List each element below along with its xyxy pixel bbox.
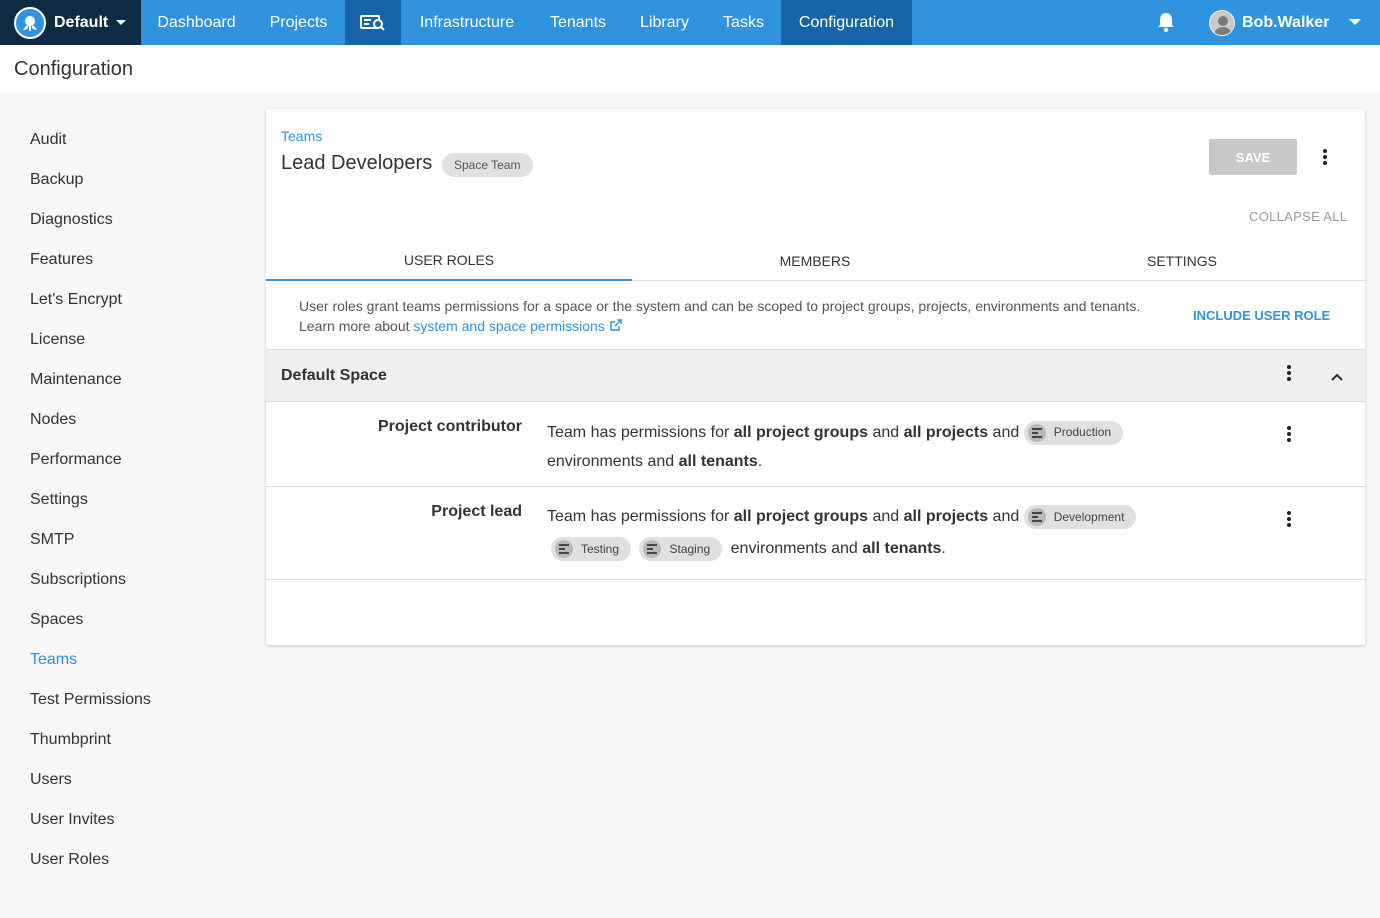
role-text: .: [757, 453, 763, 470]
permissions-link[interactable]: system and space permissions: [413, 318, 604, 334]
role-text: and: [872, 508, 900, 525]
bell-icon[interactable]: [1156, 11, 1176, 33]
sidebar-item-test-permissions[interactable]: Test Permissions: [30, 691, 151, 709]
search-machine-icon: [360, 14, 385, 31]
top-navigation: Default Dashboard Projects Infrastructur…: [0, 0, 1380, 45]
team-card: Teams Lead Developers Space Team SAVE CO…: [266, 109, 1365, 645]
nav-projects[interactable]: Projects: [252, 0, 345, 45]
octopus-logo-icon: [14, 6, 46, 39]
role-scope-tenants: all tenants: [678, 453, 758, 470]
role-text: .: [941, 540, 946, 557]
role-row: Project lead Team has permissions for al…: [266, 487, 1365, 580]
role-text: and: [872, 424, 900, 441]
tab-settings[interactable]: SETTINGS: [999, 241, 1365, 281]
environment-name: Staging: [669, 541, 711, 556]
collapse-all-button[interactable]: COLLAPSE ALL: [1249, 209, 1347, 224]
environment-icon: [643, 539, 662, 558]
role-scope-projects: all projects: [903, 508, 989, 525]
user-roles-info: User roles grant teams permissions for a…: [299, 296, 1189, 336]
role-scope-project-groups: all project groups: [733, 508, 868, 525]
sidebar-item-backup[interactable]: Backup: [30, 171, 83, 189]
sidebar-item-nodes[interactable]: Nodes: [30, 411, 76, 429]
sidebar-item-performance[interactable]: Performance: [30, 451, 122, 469]
tab-user-roles[interactable]: USER ROLES: [266, 241, 632, 281]
role-scope-tenants: all tenants: [862, 540, 942, 557]
sidebar-item-users[interactable]: Users: [30, 771, 72, 789]
avatar: [1209, 9, 1235, 36]
tab-bar: USER ROLES MEMBERS SETTINGS: [266, 241, 1365, 281]
sidebar-item-user-roles[interactable]: User Roles: [30, 851, 109, 869]
environment-icon: [555, 539, 573, 558]
role-text: Team has permissions for: [547, 508, 730, 525]
space-overflow-menu-icon[interactable]: [1281, 363, 1297, 383]
space-section-title: Default Space: [281, 367, 387, 384]
breadcrumb[interactable]: Teams: [281, 128, 322, 144]
chevron-up-icon[interactable]: [1330, 370, 1344, 384]
external-link-icon[interactable]: [609, 319, 622, 332]
role-overflow-menu-icon[interactable]: [1281, 509, 1297, 529]
sidebar-item-subscriptions[interactable]: Subscriptions: [30, 571, 126, 589]
environment-name: Production: [1053, 425, 1112, 440]
role-overflow-menu-icon[interactable]: [1281, 424, 1297, 444]
user-menu-chevron-down-icon[interactable]: [1349, 19, 1361, 25]
role-text: Team has permissions for: [547, 424, 730, 441]
environment-name: Development: [1053, 509, 1125, 524]
environment-icon: [1027, 507, 1046, 526]
space-team-badge: Space Team: [442, 153, 533, 177]
environment-chip: Testing: [551, 536, 632, 561]
page-header: Configuration: [0, 45, 1380, 93]
sidebar-item-lets-encrypt[interactable]: Let's Encrypt: [30, 291, 122, 309]
environment-icon: [1027, 423, 1046, 442]
user-menu[interactable]: Bob.Walker: [1209, 0, 1329, 45]
sidebar-item-user-invites[interactable]: User Invites: [30, 811, 114, 829]
team-title: Lead Developers: [281, 152, 433, 174]
role-scope-project-groups: all project groups: [733, 424, 868, 441]
tab-members[interactable]: MEMBERS: [632, 241, 998, 281]
nav-tenants[interactable]: Tenants: [533, 0, 623, 45]
info-text: User roles grant teams permissions for a…: [299, 298, 1141, 314]
include-user-role-button[interactable]: INCLUDE USER ROLE: [1193, 308, 1330, 323]
nav-tasks[interactable]: Tasks: [706, 0, 781, 45]
environment-name: Testing: [581, 541, 620, 556]
environment-chip: Production: [1023, 420, 1124, 445]
sidebar-item-license[interactable]: License: [30, 331, 85, 349]
sidebar-item-settings[interactable]: Settings: [30, 491, 88, 509]
chevron-down-icon: [116, 20, 127, 25]
nav-infrastructure[interactable]: Infrastructure: [401, 0, 533, 45]
overflow-menu-icon[interactable]: [1317, 147, 1333, 167]
nav-search[interactable]: [345, 0, 401, 45]
space-section-header[interactable]: Default Space: [266, 349, 1365, 402]
sidebar-item-spaces[interactable]: Spaces: [30, 611, 83, 629]
info-learn-more: Learn more about: [299, 318, 410, 334]
role-text: and: [992, 508, 1020, 525]
space-switcher[interactable]: Default: [0, 0, 141, 45]
role-description: Team has permissions for all project gro…: [547, 501, 1167, 565]
role-description: Team has permissions for all project gro…: [547, 418, 1167, 476]
sidebar-item-diagnostics[interactable]: Diagnostics: [30, 211, 113, 229]
sidebar-item-audit[interactable]: Audit: [30, 131, 66, 149]
role-text: environments and: [547, 453, 675, 470]
sidebar-item-maintenance[interactable]: Maintenance: [30, 371, 122, 389]
sidebar-item-teams[interactable]: Teams: [30, 651, 77, 669]
role-name: Project lead: [431, 503, 522, 520]
nav-configuration[interactable]: Configuration: [781, 0, 912, 45]
user-name: Bob.Walker: [1242, 13, 1330, 31]
environment-chip: Development: [1023, 504, 1137, 529]
sidebar-item-thumbprint[interactable]: Thumbprint: [30, 731, 111, 749]
nav-dashboard[interactable]: Dashboard: [141, 0, 252, 45]
role-row: Project contributor Team has permissions…: [266, 402, 1365, 487]
space-name: Default: [54, 13, 109, 31]
page-title: Configuration: [14, 58, 133, 80]
nav-library[interactable]: Library: [623, 0, 706, 45]
role-scope-projects: all projects: [903, 424, 989, 441]
role-text: environments and: [730, 540, 858, 557]
environment-chip: Staging: [639, 536, 723, 561]
save-button[interactable]: SAVE: [1209, 139, 1297, 175]
role-text: and: [992, 424, 1020, 441]
sidebar-item-features[interactable]: Features: [30, 251, 93, 269]
sidebar-item-smtp[interactable]: SMTP: [30, 531, 74, 549]
role-name: Project contributor: [377, 418, 522, 435]
